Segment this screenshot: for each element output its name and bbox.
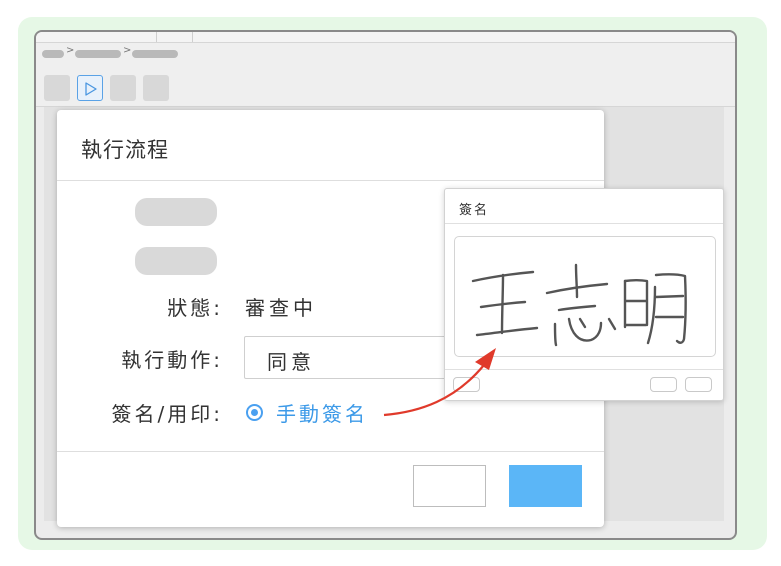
callout-arrow-line [383, 364, 485, 417]
arrow-head-icon [475, 348, 496, 370]
callout-arrow [383, 348, 496, 417]
